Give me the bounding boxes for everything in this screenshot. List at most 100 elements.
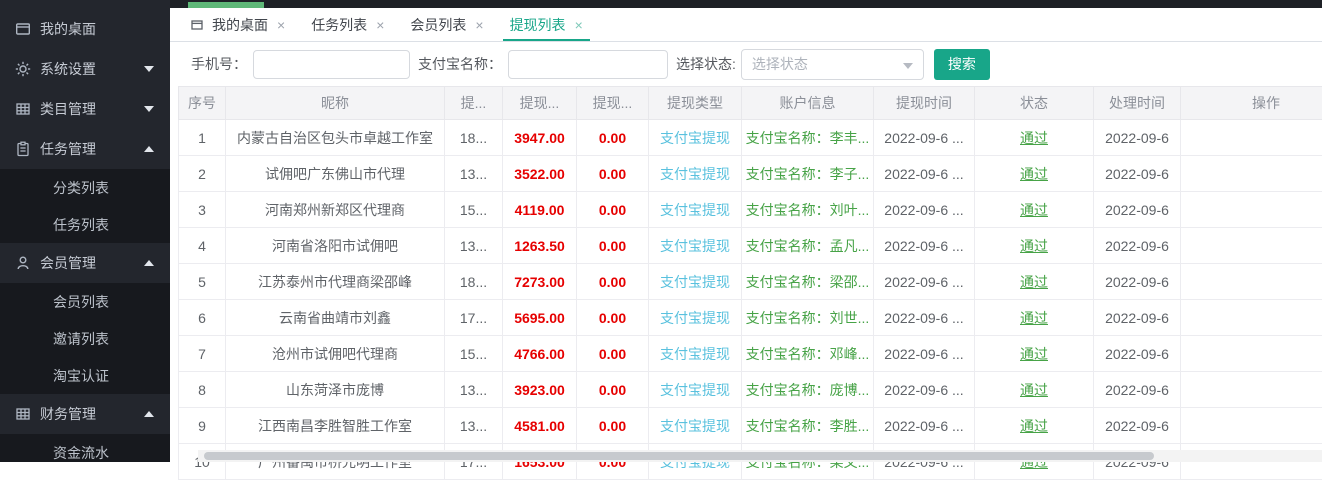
cell-status[interactable]: 通过	[975, 192, 1094, 228]
col-header-nickname: 昵称	[226, 87, 445, 120]
horizontal-scrollbar-thumb[interactable]	[204, 452, 1154, 460]
phone-input[interactable]	[253, 50, 410, 79]
cell-account: 支付宝名称：李丰...	[742, 120, 874, 156]
cell-account: 支付宝名称：李胜...	[742, 408, 874, 444]
cell-status[interactable]: 通过	[975, 264, 1094, 300]
cell-time: 2022-09-6 ...	[874, 228, 975, 264]
cell-acct: 13...	[445, 228, 503, 264]
tab-member-list[interactable]: 会员列表 ×	[397, 8, 496, 41]
cell-op	[1181, 264, 1322, 300]
table-row: 6云南省曲靖市刘鑫17...5695.000.00支付宝提现支付宝名称：刘世..…	[179, 300, 1322, 336]
cell-type[interactable]: 支付宝提现	[649, 228, 742, 264]
cell-type[interactable]: 支付宝提现	[649, 156, 742, 192]
cell-num: 9	[179, 408, 226, 444]
status-select[interactable]: 选择状态	[741, 49, 924, 80]
cell-type[interactable]: 支付宝提现	[649, 192, 742, 228]
close-icon[interactable]: ×	[277, 18, 285, 32]
cell-account: 支付宝名称：庞博...	[742, 372, 874, 408]
cell-acct: 15...	[445, 336, 503, 372]
member-submenu: 会员列表 邀请列表 淘宝认证	[0, 283, 170, 394]
cell-fee: 0.00	[577, 336, 649, 372]
cell-type[interactable]: 支付宝提现	[649, 372, 742, 408]
cell-fee: 0.00	[577, 120, 649, 156]
cell-type[interactable]: 支付宝提现	[649, 264, 742, 300]
sidebar-item-category-list[interactable]: 分类列表	[0, 169, 170, 206]
sidebar-item-my-desktop[interactable]: 我的桌面	[0, 9, 170, 49]
cell-nickname: 江苏泰州市代理商梁邵峰	[226, 264, 445, 300]
close-icon[interactable]: ×	[376, 18, 384, 32]
cell-num: 3	[179, 192, 226, 228]
tab-task-list[interactable]: 任务列表 ×	[298, 8, 397, 41]
sidebar-item-task-mgmt[interactable]: 任务管理	[0, 129, 170, 169]
cell-time: 2022-09-6 ...	[874, 372, 975, 408]
cell-op	[1181, 300, 1322, 336]
status-select-placeholder: 选择状态	[752, 54, 808, 74]
table-row: 7沧州市试佣吧代理商15...4766.000.00支付宝提现支付宝名称：邓峰.…	[179, 336, 1322, 372]
cell-nickname: 沧州市试佣吧代理商	[226, 336, 445, 372]
sidebar-item-system-settings[interactable]: 系统设置	[0, 49, 170, 89]
grid-icon	[15, 101, 31, 117]
finance-submenu: 资金流水	[0, 434, 170, 462]
cell-num: 8	[179, 372, 226, 408]
cell-status[interactable]: 通过	[975, 156, 1094, 192]
sidebar-item-label: 我的桌面	[40, 19, 154, 39]
sidebar-item-member-list[interactable]: 会员列表	[0, 283, 170, 320]
sidebar-item-invite-list[interactable]: 邀请列表	[0, 320, 170, 357]
cell-nickname: 试佣吧广东佛山市代理	[226, 156, 445, 192]
cell-num: 5	[179, 264, 226, 300]
cell-status[interactable]: 通过	[975, 120, 1094, 156]
cell-type[interactable]: 支付宝提现	[649, 408, 742, 444]
tab-label: 任务列表	[311, 15, 367, 35]
cell-handle: 2022-09-6	[1094, 228, 1181, 264]
sidebar-item-task-list[interactable]: 任务列表	[0, 206, 170, 243]
cell-time: 2022-09-6 ...	[874, 192, 975, 228]
cell-num: 1	[179, 120, 226, 156]
cell-op	[1181, 372, 1322, 408]
cell-status[interactable]: 通过	[975, 300, 1094, 336]
cell-op	[1181, 228, 1322, 264]
sidebar-item-taobao-auth[interactable]: 淘宝认证	[0, 357, 170, 394]
cell-status[interactable]: 通过	[975, 408, 1094, 444]
sidebar-item-finance-mgmt[interactable]: 财务管理	[0, 394, 170, 434]
cell-acct: 17...	[445, 300, 503, 336]
cell-amount: 1263.50	[503, 228, 577, 264]
cell-amount: 5695.00	[503, 300, 577, 336]
alipay-name-label: 支付宝名称：	[418, 54, 502, 74]
cell-type[interactable]: 支付宝提现	[649, 336, 742, 372]
sidebar-item-member-mgmt[interactable]: 会员管理	[0, 243, 170, 283]
cell-nickname: 山东菏泽市庞博	[226, 372, 445, 408]
cell-account: 支付宝名称：孟凡...	[742, 228, 874, 264]
cell-type[interactable]: 支付宝提现	[649, 120, 742, 156]
cell-status[interactable]: 通过	[975, 228, 1094, 264]
cell-type[interactable]: 支付宝提现	[649, 300, 742, 336]
cell-handle: 2022-09-6	[1094, 300, 1181, 336]
search-button[interactable]: 搜索	[934, 49, 990, 80]
cell-nickname: 河南郑州新郑区代理商	[226, 192, 445, 228]
cell-amount: 3923.00	[503, 372, 577, 408]
table-row: 5江苏泰州市代理商梁邵峰18...7273.000.00支付宝提现支付宝名称：梁…	[179, 264, 1322, 300]
sidebar-item-category-mgmt[interactable]: 类目管理	[0, 89, 170, 129]
tab-label: 提现列表	[510, 15, 566, 35]
cell-status[interactable]: 通过	[975, 372, 1094, 408]
withdraw-table-wrap: 序号昵称提...提现...提现...提现类型账户信息提现时间状态处理时间操作 1…	[170, 86, 1322, 480]
cell-fee: 0.00	[577, 372, 649, 408]
close-icon[interactable]: ×	[575, 18, 583, 32]
alipay-name-input[interactable]	[508, 50, 668, 79]
tab-my-desktop[interactable]: 我的桌面 ×	[178, 8, 298, 41]
cell-handle: 2022-09-6	[1094, 408, 1181, 444]
cell-amount: 7273.00	[503, 264, 577, 300]
cell-nickname: 江西南昌李胜智胜工作室	[226, 408, 445, 444]
horizontal-scrollbar[interactable]	[198, 450, 1322, 462]
sidebar-item-label: 类目管理	[40, 99, 144, 119]
cell-acct: 18...	[445, 264, 503, 300]
sidebar-item-label: 淘宝认证	[53, 366, 109, 386]
cell-amount: 4119.00	[503, 192, 577, 228]
app-window: 我的桌面 系统设置 类目管理 任务管理 分类列表 任务列表	[0, 0, 1322, 462]
cell-status[interactable]: 通过	[975, 336, 1094, 372]
sidebar-item-fund-flow[interactable]: 资金流水	[0, 434, 170, 462]
close-icon[interactable]: ×	[475, 18, 483, 32]
cell-handle: 2022-09-6	[1094, 372, 1181, 408]
col-header-account: 账户信息	[742, 87, 874, 120]
chevron-down-icon	[144, 106, 154, 112]
tab-withdraw-list[interactable]: 提现列表 ×	[497, 8, 596, 41]
